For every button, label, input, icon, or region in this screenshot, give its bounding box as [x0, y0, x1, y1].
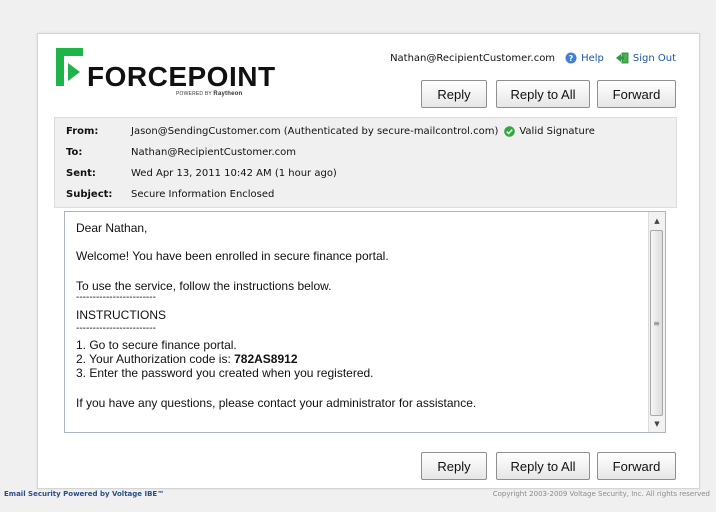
- help-link[interactable]: ? Help: [565, 52, 604, 64]
- footer-copyright: Copyright 2003-2009 Voltage Security, In…: [492, 490, 710, 498]
- sign-out-icon: [615, 52, 629, 64]
- scrollbar-thumb[interactable]: ≡: [650, 230, 663, 416]
- chevron-up-icon[interactable]: ▲: [649, 212, 665, 229]
- recipient-address: Nathan@RecipientCustomer.com: [390, 52, 556, 64]
- step-2-text: 2. Your Authorization code is: 782AS8912: [76, 352, 298, 366]
- sign-out-link[interactable]: Sign Out: [615, 52, 676, 64]
- sent-row: Sent: Wed Apr 13, 2011 10:42 AM (1 hour …: [66, 168, 337, 179]
- forward-button-bottom[interactable]: Forward: [597, 452, 676, 480]
- help-icon: ?: [565, 52, 577, 64]
- message-body[interactable]: Dear Nathan, Welcome! You have been enro…: [64, 211, 666, 433]
- valid-signature-label: Valid Signature: [519, 126, 595, 137]
- reply-button-bottom[interactable]: Reply: [421, 452, 487, 480]
- footer-powered-by: Email Security Powered by Voltage IBE™: [4, 490, 165, 498]
- welcome-text: Welcome! You have been enrolled in secur…: [76, 249, 389, 263]
- to-value: Nathan@RecipientCustomer.com: [131, 147, 296, 158]
- svg-text:?: ?: [569, 54, 574, 63]
- vertical-scrollbar[interactable]: ▲ ≡ ▼: [648, 212, 665, 432]
- closing-text: If you have any questions, please contac…: [76, 396, 477, 410]
- from-label: From:: [66, 126, 99, 137]
- message-header: From: Jason@SendingCustomer.com (Authent…: [54, 117, 677, 208]
- top-links: Nathan@RecipientCustomer.com ? Help Sign…: [390, 51, 676, 65]
- authorization-code: 782AS8912: [234, 352, 298, 366]
- intro-text: To use the service, follow the instructi…: [76, 279, 332, 293]
- to-row: To: Nathan@RecipientCustomer.com: [66, 147, 296, 158]
- sent-value: Wed Apr 13, 2011 10:42 AM (1 hour ago): [131, 168, 337, 179]
- step-3-text: 3. Enter the password you created when y…: [76, 366, 374, 380]
- from-row: From: Jason@SendingCustomer.com (Authent…: [66, 126, 595, 137]
- to-label: To:: [66, 147, 83, 158]
- instructions-heading: INSTRUCTIONS: [76, 308, 166, 322]
- check-circle-icon: [504, 126, 516, 137]
- logo-tagline: POWERED BY Raytheon: [176, 91, 243, 97]
- forward-button[interactable]: Forward: [597, 80, 676, 108]
- greeting-text: Dear Nathan,: [76, 221, 148, 235]
- reply-all-button-bottom[interactable]: Reply to All: [496, 452, 590, 480]
- sent-label: Sent:: [66, 168, 96, 179]
- subject-label: Subject:: [66, 189, 113, 200]
- divider-text: ------------------------: [76, 323, 156, 334]
- reply-all-button[interactable]: Reply to All: [496, 80, 590, 108]
- forcepoint-logo-icon: [56, 48, 83, 86]
- divider-text: ------------------------: [76, 292, 156, 303]
- reply-button[interactable]: Reply: [421, 80, 487, 108]
- from-value: Jason@SendingCustomer.com (Authenticated…: [131, 126, 499, 137]
- step-1-text: 1. Go to secure finance portal.: [76, 338, 237, 352]
- subject-row: Subject: Secure Information Enclosed: [66, 189, 274, 200]
- logo-wordmark: FORCEPOINT: [87, 61, 276, 92]
- chevron-down-icon[interactable]: ▼: [649, 415, 665, 432]
- subject-value: Secure Information Enclosed: [131, 189, 275, 200]
